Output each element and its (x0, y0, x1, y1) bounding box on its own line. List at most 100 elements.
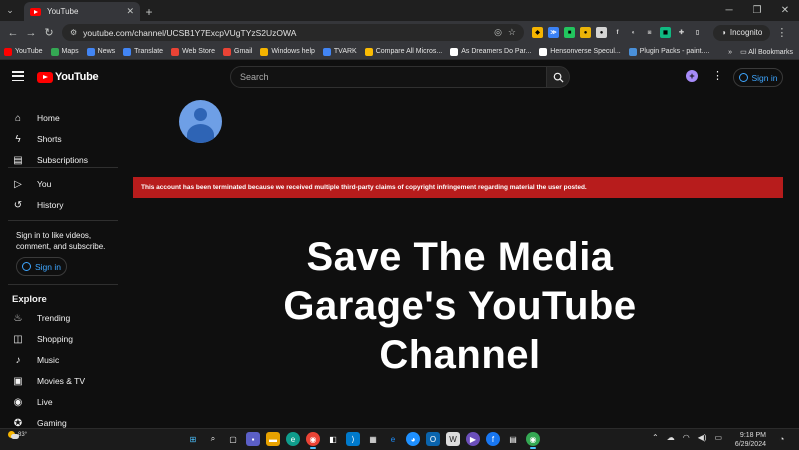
task-view-icon[interactable]: ▢ (226, 432, 240, 446)
sidebar-item-shorts[interactable]: ϟ Shorts (12, 129, 61, 149)
bookmark-label: Hensonverse Specul... (550, 48, 621, 55)
clock[interactable]: 9:18 PM 6/29/2024 (728, 431, 766, 449)
edge-icon[interactable]: e (286, 432, 300, 446)
file-explorer-icon[interactable]: ▬ (266, 432, 280, 446)
sidebar-item-music[interactable]: ♪ Music (12, 350, 60, 370)
extensions-row: ◆ ≫ ■ ● ● f ◐ ◙ ◼ ✚ ▯ (532, 27, 703, 38)
youtube-favicon-icon (30, 7, 41, 16)
bookmark-label: TVARK (333, 48, 357, 55)
youtube-header: YouTube Search + ⋮ Sign in (0, 60, 799, 96)
sidebar-item-movies-tv[interactable]: ▣ Movies & TV (12, 371, 85, 391)
all-bookmarks[interactable]: ▭ All Bookmarks (740, 48, 793, 56)
app-icon[interactable]: ◕ (406, 432, 420, 446)
extension-icon[interactable]: ◼ (660, 27, 671, 38)
reload-icon[interactable]: ↻ (40, 24, 58, 42)
store-icon[interactable]: ◧ (326, 432, 340, 446)
cloud-icon[interactable]: ☁ (667, 433, 675, 442)
bookmark-star-icon[interactable]: ☆ (508, 27, 516, 38)
sidebar-item-home[interactable]: ⌂ Home (12, 108, 60, 128)
maximize-icon[interactable]: ❐ (743, 0, 771, 21)
tab-close-icon[interactable]: ✕ (126, 6, 134, 17)
chrome-icon[interactable]: ◉ (306, 432, 320, 449)
forward-icon[interactable]: → (22, 24, 40, 42)
bookmark-item[interactable]: News (86, 47, 115, 56)
settings-more-icon[interactable]: ⋮ (712, 69, 723, 82)
bookmark-item[interactable]: Plugin Packs - paint.... (628, 47, 709, 56)
sidebar-item-label: History (37, 200, 64, 210)
teams-icon[interactable]: ▪ (246, 432, 260, 446)
new-tab-button[interactable]: + (140, 2, 158, 21)
site-info-icon[interactable]: ⚙ (70, 28, 77, 37)
word-icon[interactable]: W (446, 432, 460, 446)
bookmark-favicon-icon (322, 47, 331, 56)
outlook-icon[interactable]: O (426, 432, 440, 446)
bookmark-item[interactable]: Web Store (171, 47, 215, 56)
chrome-incognito-icon[interactable]: ◉ (526, 432, 540, 449)
tab-search-icon[interactable]: ⌄ (0, 0, 20, 21)
wifi-icon[interactable]: ◠ (683, 433, 690, 442)
sidebar-item-shopping[interactable]: ◫ Shopping (12, 329, 73, 349)
sidebar-item-history[interactable]: ↺ History (12, 195, 64, 215)
youtube-sidebar: Sign in to like videos, comment, and sub… (0, 96, 120, 430)
youtube-logo[interactable]: YouTube (37, 71, 99, 83)
weather-widget[interactable]: 83° (8, 431, 27, 440)
browser-menu-icon[interactable]: ⋮ (776, 26, 787, 39)
bookmark-item[interactable]: Maps (50, 47, 79, 56)
bookmark-item[interactable]: As Dreamers Do Par... (450, 47, 531, 56)
vscode-icon[interactable]: ⟩ (346, 432, 360, 446)
calendar-icon[interactable]: ▦ (366, 432, 380, 446)
incognito-badge[interactable]: ◑ Incognito (713, 24, 771, 41)
bookmark-item[interactable]: TVARK (322, 47, 357, 56)
camera-icon[interactable]: ◙ (644, 27, 655, 38)
bookmark-item[interactable]: Windows help (260, 47, 315, 56)
sidepanel-icon[interactable]: ▯ (692, 27, 703, 38)
sidebar-item-live[interactable]: ◉ Live (12, 392, 53, 412)
sidebar-item-subscriptions[interactable]: ▤ Subscriptions (12, 150, 88, 170)
bookmark-item[interactable]: Gmail (223, 47, 252, 56)
search-taskbar-icon[interactable]: ⌕ (206, 432, 220, 446)
tray-chevron-icon[interactable]: ⌃ (652, 433, 659, 442)
bookmark-item[interactable]: Compare All Micros... (364, 47, 442, 56)
minimize-icon[interactable]: ─ (715, 0, 743, 21)
create-icon[interactable]: + (686, 70, 698, 82)
back-icon[interactable]: ← (4, 24, 22, 42)
search-button[interactable] (546, 66, 570, 88)
extension-icon[interactable]: ● (596, 27, 607, 38)
url-text[interactable]: youtube.com/channel/UCSB1Y7ExcpVUgTYzS2U… (83, 28, 488, 38)
eye-off-icon[interactable]: ◎ (494, 27, 502, 38)
extension-icon[interactable]: f (612, 27, 623, 38)
notifications-icon[interactable]: ◔ (779, 434, 784, 444)
browser-tab-youtube[interactable]: YouTube ✕ (24, 2, 140, 21)
sidebar-item-trending[interactable]: ♨ Trending (12, 308, 71, 328)
puzzle-icon[interactable]: ✚ (676, 27, 687, 38)
sidebar-item-label: Trending (37, 313, 71, 323)
address-bar[interactable]: ⚙ youtube.com/channel/UCSB1Y7ExcpVUgTYzS… (62, 24, 524, 41)
app-icon[interactable]: ▤ (506, 432, 520, 446)
signin-button-header[interactable]: Sign in (733, 68, 783, 87)
extension-icon[interactable]: ◐ (628, 27, 639, 38)
sidebar-item-you[interactable]: ▷ You (12, 174, 51, 194)
close-window-icon[interactable]: ✕ (771, 0, 799, 21)
extension-icon[interactable]: ≫ (548, 27, 559, 38)
volume-icon[interactable]: ◀) (698, 433, 707, 442)
bookmark-item[interactable]: Translate (123, 47, 163, 56)
extension-icon[interactable]: ■ (564, 27, 575, 38)
search-input[interactable]: Search (230, 66, 547, 88)
bookmark-item[interactable]: YouTube (4, 47, 43, 56)
extension-icon[interactable]: ● (580, 27, 591, 38)
media-icon[interactable]: ▶ (466, 432, 480, 446)
guide-menu-icon[interactable] (12, 71, 24, 81)
ie-icon[interactable]: e (386, 432, 400, 446)
extension-icon[interactable]: ◆ (532, 27, 543, 38)
facebook-icon[interactable]: f (486, 432, 500, 446)
signin-button-sidebar[interactable]: Sign in (16, 257, 67, 276)
sidebar-item-label: Shopping (37, 334, 73, 344)
more-bookmarks-icon[interactable]: » (728, 49, 732, 56)
live-icon: ◉ (13, 396, 23, 408)
system-tray: ⌃ ☁ ◠ ◀) ▭ (652, 433, 722, 442)
bookmark-label: Maps (61, 48, 79, 55)
start-icon[interactable]: ⊞ (186, 432, 200, 446)
termination-notice: This account has been terminated because… (133, 177, 783, 198)
battery-icon[interactable]: ▭ (715, 433, 723, 442)
bookmark-item[interactable]: Hensonverse Specul... (539, 47, 621, 56)
